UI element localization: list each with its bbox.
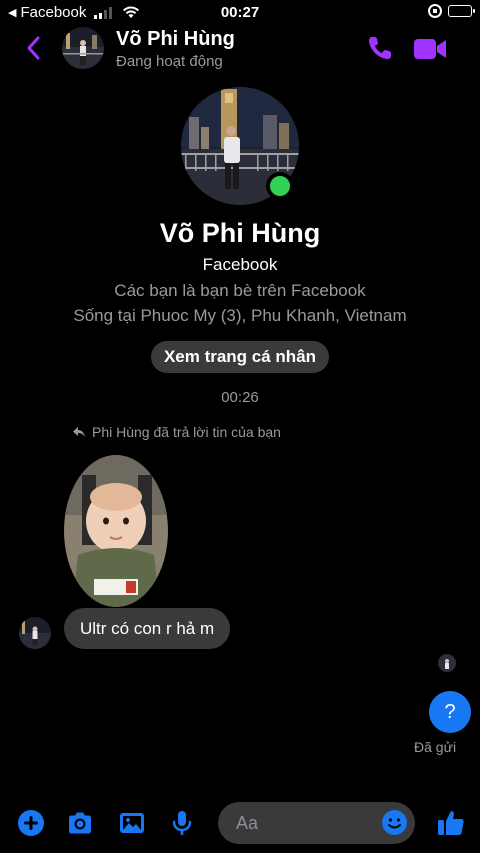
friends-note: Các bạn là bạn bè trên Facebook [114,281,366,300]
smiley-icon[interactable] [381,809,408,836]
camera-icon[interactable] [66,809,94,837]
view-profile-button[interactable]: Xem trang cá nhân [151,341,329,373]
composer-bar [0,800,480,853]
profile-location: Sống tại Phuoc My (3), Phu Khanh, Vietna… [73,306,407,325]
image-icon[interactable] [118,809,146,837]
message-timestamp: 00:26 [221,389,259,406]
status-time: 00:27 [220,4,260,21]
contact-avatar[interactable] [62,27,104,69]
thumbs-up-icon[interactable] [436,808,466,838]
rotation-lock-icon [428,4,442,18]
plus-circle-icon[interactable] [17,809,45,837]
phone-icon[interactable] [366,34,394,62]
incoming-message[interactable]: Ultr có con r hả m [64,608,231,649]
active-status: Đang hoạt động [116,53,223,70]
photo-message[interactable] [64,455,168,607]
reply-note: Phi Hùng đã trả lời tin của bạn [72,424,281,440]
microphone-icon[interactable] [168,809,196,837]
online-indicator [266,172,294,200]
profile-name: Võ Phi Hùng [159,218,321,248]
back-chevron-icon[interactable] [22,34,46,62]
profile-app-label: Facebook [202,255,278,274]
battery-icon [448,5,475,17]
outgoing-message[interactable]: ? [429,691,471,733]
reply-arrow-icon [73,427,85,437]
contact-name[interactable]: Võ Phi Hùng [116,28,235,51]
sender-avatar[interactable] [19,617,51,649]
reply-note-text: Phi Hùng đã trả lời tin của bạn [92,424,281,440]
status-bar: ◀ Facebook 00:27 [0,0,480,24]
chat-header: Võ Phi Hùng Đang hoạt động [0,24,480,76]
sent-status: Đã gửi [414,739,457,755]
video-camera-icon[interactable] [412,36,448,62]
seen-avatar [438,654,456,672]
